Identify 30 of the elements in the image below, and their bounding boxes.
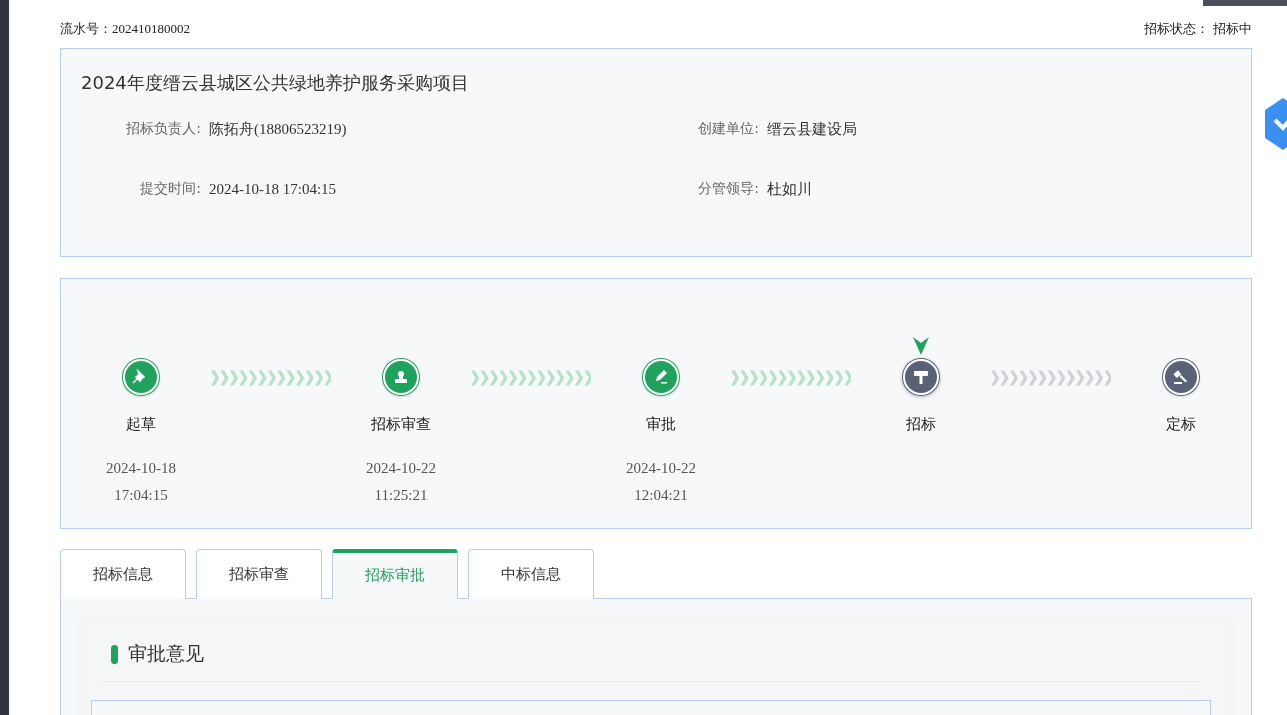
tab[interactable]: 招标审查: [196, 549, 322, 599]
step-label: 起草: [126, 415, 156, 434]
serial-number: 流水号：202410180002: [60, 20, 190, 38]
step-label: 审批: [646, 415, 676, 434]
section-title: 审批意见: [128, 641, 204, 666]
step-date: 2024-10-22: [366, 460, 436, 477]
field-value: 杜如川: [767, 179, 812, 199]
gavel-icon: [1172, 368, 1190, 386]
step-label: 定标: [1166, 415, 1196, 434]
field-value: 陈拓舟(18806523219): [209, 119, 347, 139]
step-label: 招标: [906, 415, 936, 434]
tab[interactable]: 中标信息: [468, 549, 594, 599]
step-time: 11:25:21: [374, 487, 428, 504]
bid-status: 招标状态： 招标中: [1143, 20, 1252, 38]
hammer-icon: [912, 368, 930, 386]
step-date: 2024-10-22: [626, 460, 696, 477]
field-label: 招标负责人:: [125, 120, 201, 138]
project-title: 2024年度缙云县城区公共绿地养护服务采购项目: [81, 71, 470, 95]
field-value: 2024-10-18 17:04:15: [209, 180, 337, 198]
step-time: 17:04:15: [114, 487, 168, 504]
field-label: 提交时间:: [139, 180, 201, 198]
field-value: 缙云县建设局: [767, 119, 857, 139]
field-label: 创建单位:: [697, 120, 759, 138]
section-marker: [111, 644, 118, 664]
stamp-icon: [392, 368, 410, 386]
step-date: 2024-10-18: [106, 460, 176, 477]
step-label: 招标审查: [371, 415, 431, 434]
step-time: 12:04:21: [634, 487, 688, 504]
field-label: 分管领导:: [697, 180, 759, 198]
tab[interactable]: 招标信息: [60, 549, 186, 599]
